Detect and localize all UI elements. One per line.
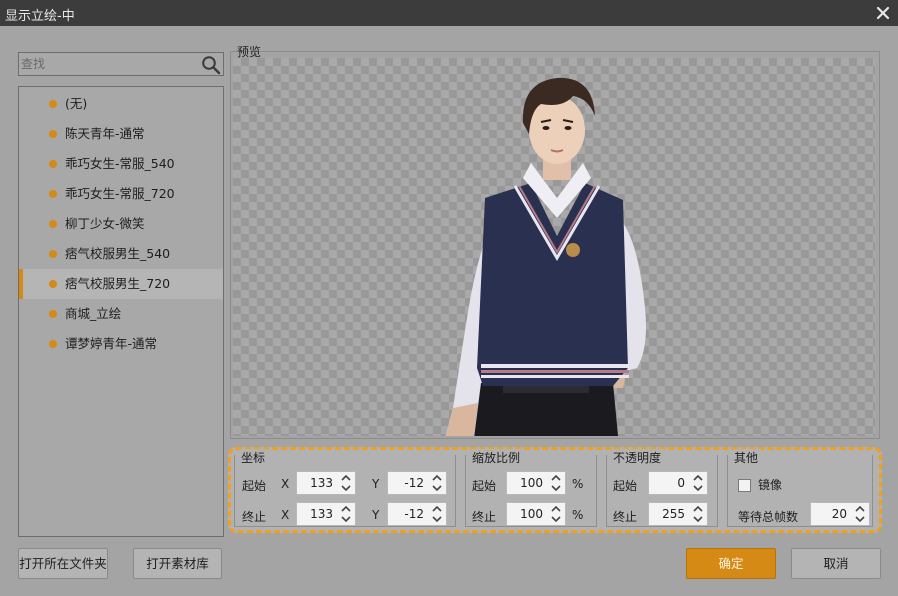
preview-canvas <box>233 58 875 436</box>
end-x-stepper[interactable] <box>296 502 356 526</box>
list-item[interactable]: 乖巧女生-常服_720 <box>19 179 223 209</box>
list-item[interactable]: 陈天青年-通常 <box>19 119 223 149</box>
mirror-label: 镜像 <box>758 478 783 492</box>
scale-start-input[interactable] <box>507 472 547 494</box>
mirror-checkbox[interactable] <box>738 479 751 492</box>
scale-start-label: 起始 <box>472 479 497 493</box>
open-library-button[interactable]: 打开素材库 <box>133 548 222 579</box>
close-button[interactable] <box>872 2 894 24</box>
bullet-icon <box>49 130 57 138</box>
scale-end-unit: % <box>572 508 584 522</box>
list-item-label: 商城_立绘 <box>65 306 122 321</box>
end-y-input[interactable] <box>388 503 428 525</box>
bullet-icon <box>49 310 57 318</box>
title-bar: 显示立绘-中 <box>0 0 898 26</box>
opacity-end-stepper[interactable] <box>648 502 708 526</box>
spin-arrows-icon[interactable] <box>428 472 446 494</box>
list-item-label: 谭梦婷青年-通常 <box>65 336 158 351</box>
list-item[interactable]: (无) <box>19 89 223 119</box>
search-box <box>18 52 224 76</box>
coords-title: 坐标 <box>241 449 269 466</box>
opacity-title: 不透明度 <box>613 449 665 466</box>
list-item[interactable]: 乖巧女生-常服_540 <box>19 149 223 179</box>
opacity-start-stepper[interactable] <box>648 471 708 495</box>
list-item-label: 乖巧女生-常服_540 <box>65 156 175 171</box>
list-item-selected[interactable]: 痞气校服男生_720 <box>19 269 223 299</box>
end-y-stepper[interactable] <box>387 502 447 526</box>
opacity-group: 不透明度 起始 终止 <box>606 449 718 527</box>
coords-start-label: 起始 <box>242 479 267 493</box>
character-portrait <box>445 77 646 436</box>
list-item-label: 痞气校服男生_720 <box>65 276 171 291</box>
scale-end-input[interactable] <box>507 503 547 525</box>
spin-arrows-icon[interactable] <box>337 503 355 525</box>
wait-frames-stepper[interactable] <box>810 502 870 526</box>
bullet-icon <box>49 250 57 258</box>
coords-end-x-label: X <box>281 508 290 522</box>
wait-frames-label: 等待总帧数 <box>738 510 799 524</box>
list-item-label: 陈天青年-通常 <box>65 126 145 141</box>
scale-end-stepper[interactable] <box>506 502 566 526</box>
bullet-icon <box>49 100 57 108</box>
opacity-end-label: 终止 <box>613 510 638 524</box>
window-title: 显示立绘-中 <box>5 9 75 24</box>
list-item-label: 痞气校服男生_540 <box>65 246 171 261</box>
scale-group: 缩放比例 起始 % 终止 % <box>465 449 597 527</box>
other-group: 其他 镜像 等待总帧数 <box>727 449 873 527</box>
scale-end-label: 终止 <box>472 510 497 524</box>
spin-arrows-icon[interactable] <box>428 503 446 525</box>
coords-end-y-label: Y <box>372 508 380 522</box>
start-x-input[interactable] <box>297 472 337 494</box>
start-y-input[interactable] <box>388 472 428 494</box>
opacity-end-input[interactable] <box>649 503 689 525</box>
start-y-stepper[interactable] <box>387 471 447 495</box>
cancel-button[interactable]: 取消 <box>791 548 881 579</box>
ok-button[interactable]: 确定 <box>686 548 776 579</box>
scale-title: 缩放比例 <box>472 449 524 466</box>
spin-arrows-icon[interactable] <box>689 472 707 494</box>
bullet-icon <box>49 160 57 168</box>
opacity-start-input[interactable] <box>649 472 689 494</box>
search-input[interactable] <box>21 54 199 74</box>
spin-arrows-icon[interactable] <box>547 503 565 525</box>
spin-arrows-icon[interactable] <box>337 472 355 494</box>
wait-frames-input[interactable] <box>811 503 851 525</box>
list-item-label: 柳丁少女-微笑 <box>65 216 145 231</box>
list-item-label: 乖巧女生-常服_720 <box>65 186 175 201</box>
end-x-input[interactable] <box>297 503 337 525</box>
coords-start-y-label: Y <box>372 477 380 491</box>
list-item[interactable]: 谭梦婷青年-通常 <box>19 329 223 359</box>
other-title: 其他 <box>734 449 762 466</box>
bullet-icon <box>49 340 57 348</box>
opacity-start-label: 起始 <box>613 479 638 493</box>
start-x-stepper[interactable] <box>296 471 356 495</box>
search-icon[interactable] <box>201 55 221 75</box>
list-item[interactable]: 痞气校服男生_540 <box>19 239 223 269</box>
open-folder-button[interactable]: 打开所在文件夹 <box>18 548 108 579</box>
list-item-label: (无) <box>65 96 88 111</box>
coords-start-x-label: X <box>281 477 290 491</box>
coords-end-label: 终止 <box>242 510 267 524</box>
coords-group: 坐标 起始 X Y 终止 X Y <box>234 449 456 527</box>
bullet-icon <box>49 280 57 288</box>
spin-arrows-icon[interactable] <box>547 472 565 494</box>
character-list: (无) 陈天青年-通常 乖巧女生-常服_540 乖巧女生-常服_720 柳丁少女… <box>18 86 224 537</box>
close-icon <box>876 6 890 20</box>
bullet-icon <box>49 190 57 198</box>
parameters-panel: 坐标 起始 X Y 终止 X Y <box>228 447 882 533</box>
spin-arrows-icon[interactable] <box>851 503 869 525</box>
spin-arrows-icon[interactable] <box>689 503 707 525</box>
list-item[interactable]: 柳丁少女-微笑 <box>19 209 223 239</box>
scale-start-unit: % <box>572 477 584 491</box>
scale-start-stepper[interactable] <box>506 471 566 495</box>
list-item[interactable]: 商城_立绘 <box>19 299 223 329</box>
bullet-icon <box>49 220 57 228</box>
